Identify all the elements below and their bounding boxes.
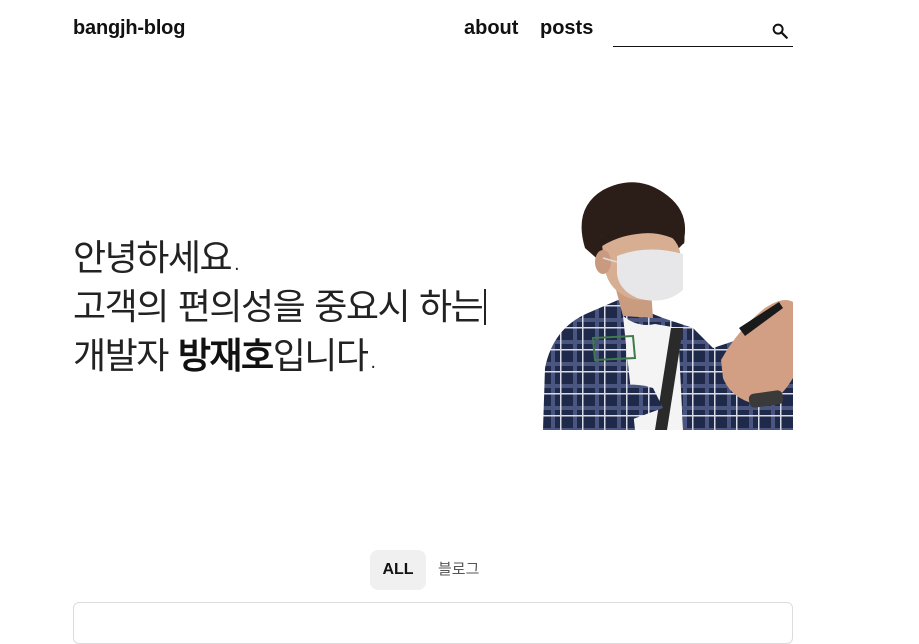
search-box xyxy=(613,16,793,47)
nav-link-about[interactable]: about xyxy=(464,17,518,40)
hero-line-2-text: 고객의 편의성을 중요시 하는 xyxy=(73,287,484,328)
hero-line-2: 고객의 편의성을 중요시 하는 xyxy=(73,283,487,332)
search-icon[interactable] xyxy=(771,22,789,40)
hero-line-3-suffix: 입니다. xyxy=(272,336,379,377)
site-header: bangjh-blog about posts xyxy=(73,14,793,50)
typing-caret xyxy=(484,289,487,325)
post-card[interactable] xyxy=(73,602,793,644)
hero-line-3-prefix: 개발자 xyxy=(73,336,178,377)
category-tab-blog[interactable]: 블로그 xyxy=(438,550,479,588)
blog-logo-link[interactable]: bangjh-blog xyxy=(73,17,185,40)
hero-greeting: 안녕하세요. 고객의 편의성을 중요시 하는 개발자 방재호입니다. xyxy=(73,234,487,381)
hero-line-3: 개발자 방재호입니다. xyxy=(73,332,486,381)
author-portrait xyxy=(543,182,793,430)
hero-line-1: 안녕하세요. xyxy=(73,238,243,279)
author-name: 방재호 xyxy=(177,336,274,377)
search-input[interactable] xyxy=(613,16,767,44)
hero-section: 안녕하세요. 고객의 편의성을 중요시 하는 개발자 방재호입니다. xyxy=(73,178,793,430)
category-tab-all[interactable]: ALL xyxy=(370,550,426,590)
nav-link-posts[interactable]: posts xyxy=(540,17,593,40)
